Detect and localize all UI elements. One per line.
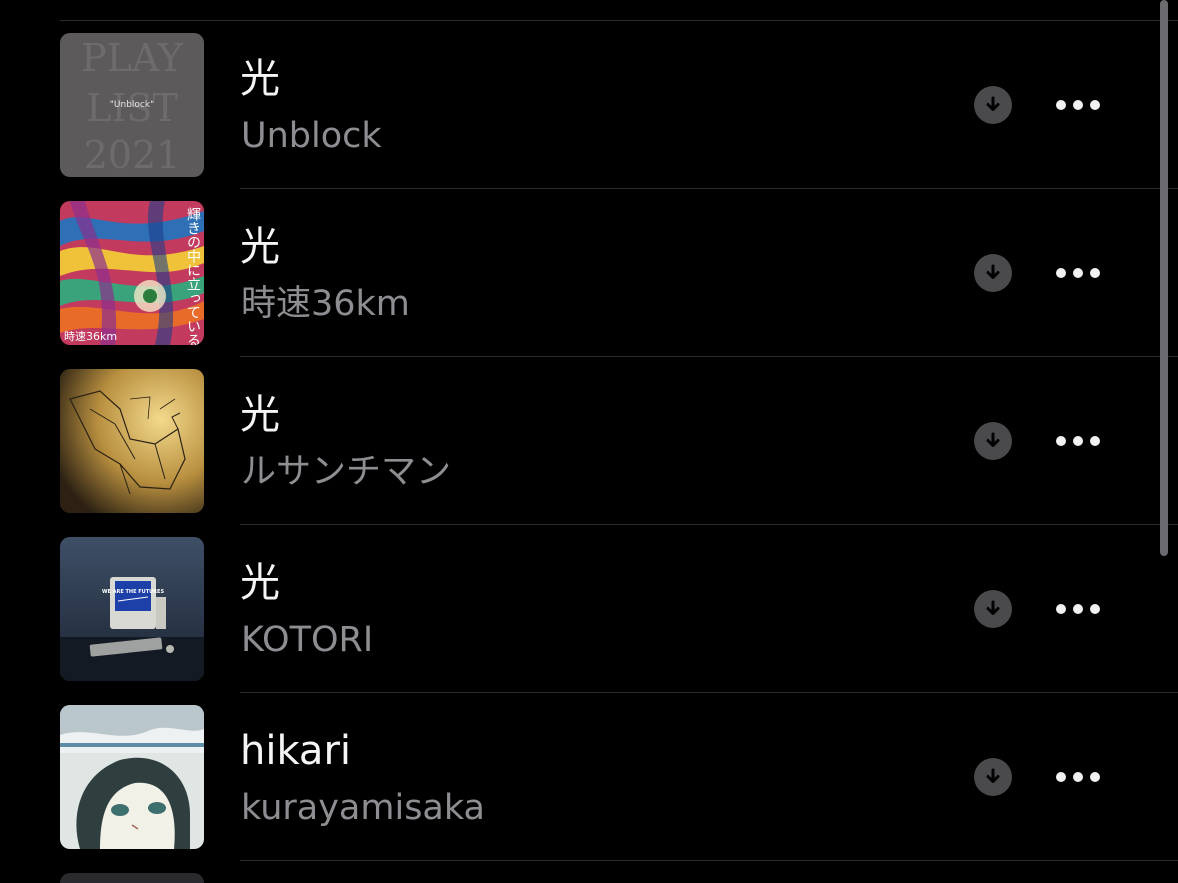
more-options-icon[interactable] [1046, 429, 1110, 453]
dot [1073, 436, 1083, 446]
dot [1056, 268, 1066, 278]
artwork-screen-text: WE ARE THE FUTURES [102, 589, 165, 595]
dot [1090, 100, 1100, 110]
artwork-anime-girl [60, 705, 204, 849]
artwork-label: 時速36km [64, 330, 117, 343]
track-title: 光 [240, 560, 280, 606]
playlist-screen: PLAY LIST 2021 "Unblock" 光 Unblock 輝きの中に… [0, 0, 1178, 883]
download-arrow-icon [986, 264, 1000, 279]
album-artwork [60, 369, 204, 513]
artwork-computer-monitor: WE ARE THE FUTURES [60, 537, 204, 681]
download-arrow-icon [986, 432, 1000, 447]
scrollbar[interactable] [1160, 0, 1168, 556]
track-row[interactable]: 光 ルサンチマン [60, 357, 1178, 525]
artwork-text-line: PLAY [81, 36, 184, 80]
track-artist: kurayamisaka [241, 788, 485, 828]
download-icon[interactable] [974, 422, 1012, 460]
artwork-label: "Unblock" [110, 100, 154, 110]
track-list: PLAY LIST 2021 "Unblock" 光 Unblock 輝きの中に… [0, 21, 1178, 861]
dot [1056, 436, 1066, 446]
download-arrow-icon [986, 600, 1000, 615]
dot [1073, 772, 1083, 782]
track-artist: KOTORI [241, 620, 374, 660]
track-row[interactable]: hikari kurayamisaka [60, 693, 1178, 861]
track-row[interactable]: PLAY LIST 2021 "Unblock" 光 Unblock [60, 21, 1178, 189]
dot [1090, 604, 1100, 614]
track-artist: ルサンチマン [241, 452, 452, 492]
track-artist: 時速36km [241, 284, 410, 324]
more-options-icon[interactable] [1046, 261, 1110, 285]
download-icon[interactable] [974, 758, 1012, 796]
dot [1056, 604, 1066, 614]
dot [1073, 268, 1083, 278]
track-row[interactable]: 輝きの中に立っている 時速36km 光 時速36km [60, 189, 1178, 357]
more-options-icon[interactable] [1046, 597, 1110, 621]
dot [1073, 604, 1083, 614]
track-title: 光 [240, 392, 280, 438]
more-options-icon[interactable] [1046, 93, 1110, 117]
more-options-icon[interactable] [1046, 765, 1110, 789]
artwork-playlist-2021: PLAY LIST 2021 "Unblock" [60, 33, 204, 177]
track-title: 光 [240, 56, 280, 102]
track-title: 光 [240, 224, 280, 270]
artwork-vertical-text: 輝きの中に立っている [185, 207, 201, 345]
dot [1090, 268, 1100, 278]
album-artwork: 輝きの中に立っている 時速36km [60, 201, 204, 345]
next-artwork-partial [60, 873, 204, 883]
download-arrow-icon [986, 768, 1000, 783]
dot [1056, 772, 1066, 782]
download-icon[interactable] [974, 86, 1012, 124]
album-artwork: PLAY LIST 2021 "Unblock" [60, 33, 204, 177]
download-icon[interactable] [974, 254, 1012, 292]
dot [1090, 772, 1100, 782]
track-artist: Unblock [241, 116, 382, 156]
dot [1073, 100, 1083, 110]
artwork-colorful-painting: 輝きの中に立っている 時速36km [60, 201, 204, 345]
download-icon[interactable] [974, 590, 1012, 628]
album-artwork: WE ARE THE FUTURES [60, 537, 204, 681]
track-row[interactable]: WE ARE THE FUTURES 光 KOTORI [60, 525, 1178, 693]
dot [1090, 436, 1100, 446]
download-arrow-icon [986, 96, 1000, 111]
artwork-text-line: 2021 [84, 133, 181, 177]
album-artwork [60, 705, 204, 849]
artwork-sketch-animals [60, 369, 204, 513]
track-title: hikari [240, 728, 351, 774]
dot [1056, 100, 1066, 110]
